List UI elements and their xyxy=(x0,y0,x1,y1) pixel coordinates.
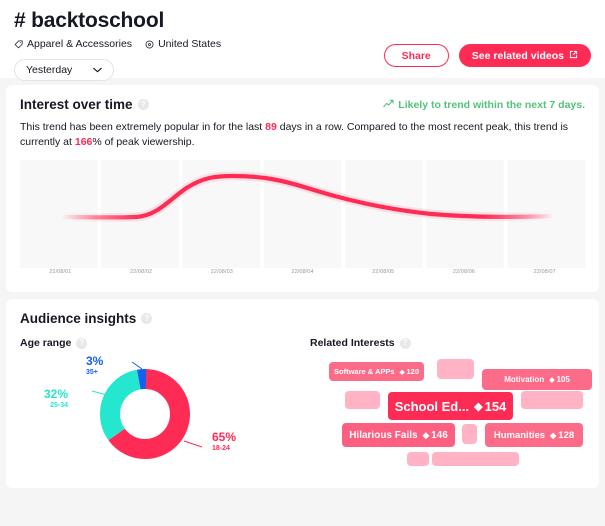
interest-tag-value: 105 xyxy=(556,375,570,384)
trend-prediction: Likely to trend within the next 7 days. xyxy=(383,99,585,111)
info-icon[interactable]: ? xyxy=(399,337,411,349)
age-pct-18-24: 65% xyxy=(212,430,237,444)
share-button[interactable]: Share xyxy=(383,44,449,67)
see-related-videos-label: See related videos xyxy=(471,49,564,62)
interest-description: This trend has been extremely popular in… xyxy=(20,120,585,150)
interest-over-time-title: Interest over time ? xyxy=(20,97,149,112)
info-icon[interactable]: ? xyxy=(76,337,88,349)
interest-tag[interactable]: Motivation ◆ 105 xyxy=(482,369,592,390)
age-range-title: Age range ? xyxy=(20,337,310,349)
interest-tag[interactable]: Humanities ◆ 128 xyxy=(485,423,583,447)
interest-tag-placeholder xyxy=(437,359,474,379)
trend-prediction-label: Likely to trend within the next 7 days. xyxy=(398,98,585,111)
interest-tag-label: Motivation xyxy=(504,375,545,384)
audience-title-text: Audience insights xyxy=(20,311,137,326)
leader-line-35plus xyxy=(131,361,143,370)
page-title: # backtoschool xyxy=(14,9,165,32)
desc-days-value: 89 xyxy=(265,121,277,133)
interest-tag-placeholder xyxy=(462,424,477,444)
x-tick-label: 22/08/04 xyxy=(291,269,314,275)
interest-card-head: Interest over time ? Likely to trend wit… xyxy=(20,97,585,112)
desc-peak-value: 166 xyxy=(74,136,93,148)
interest-tag[interactable]: Software & APPs ◆ 120 xyxy=(329,362,424,381)
related-interests-label: Related Interests xyxy=(310,337,395,349)
age-label-35plus: 3% 35+ xyxy=(86,355,103,377)
interest-title-text: Interest over time xyxy=(20,97,133,112)
audience-insights-card: Audience insights ? Age range ? 3% 35+ 3… xyxy=(6,299,599,488)
tag-icon xyxy=(14,39,23,49)
period-value: Yesterday xyxy=(26,64,73,76)
audience-insights-title: Audience insights ? xyxy=(20,311,585,326)
category-meta: Apparel & Accessories xyxy=(14,38,132,50)
x-tick-label: 22/08/01 xyxy=(49,269,72,275)
x-tick-label: 22/08/03 xyxy=(210,269,233,275)
x-tick-label: 22/08/02 xyxy=(129,269,153,275)
x-axis-labels: 22/08/01 22/08/02 22/08/03 22/08/04 22/0… xyxy=(20,269,585,275)
period-dropdown[interactable]: Yesterday xyxy=(14,59,114,81)
age-range-35plus: 35+ xyxy=(86,369,98,376)
x-tick-label: 22/08/06 xyxy=(452,269,476,275)
related-interests-title: Related Interests ? xyxy=(310,337,585,349)
leader-line-18-24 xyxy=(183,440,203,448)
drop-icon: ◆ xyxy=(549,376,555,384)
see-related-videos-button[interactable]: See related videos xyxy=(458,44,591,67)
trending-up-icon xyxy=(383,99,394,111)
related-interests-cloud: Software & APPs ◆ 120 Motivation ◆ 105 School … xyxy=(310,349,592,474)
desc-part-3: % of peak viewership. xyxy=(92,136,195,148)
age-range-label: Age range xyxy=(20,337,72,349)
drop-icon: ◆ xyxy=(422,429,430,440)
drop-icon: ◆ xyxy=(474,400,483,413)
external-link-icon xyxy=(569,50,578,62)
interest-tag[interactable]: Hilarious Fails ◆ 146 xyxy=(342,423,455,447)
interest-tag-value: 128 xyxy=(558,429,575,441)
location-pin-icon xyxy=(145,40,154,49)
interest-tag-placeholder xyxy=(521,391,583,409)
interest-tag-label: Hilarious Fails xyxy=(349,429,418,441)
age-range-25-34: 25-34 xyxy=(50,402,69,409)
chevron-down-icon xyxy=(93,64,102,76)
interest-tag-placeholder xyxy=(407,452,429,466)
desc-part-1: This trend has been extremely popular in… xyxy=(20,121,266,133)
page-header: # backtoschool Apparel & Accessories Uni… xyxy=(0,0,605,81)
age-pct-35plus: 3% xyxy=(86,354,104,368)
line-chart-svg xyxy=(20,160,585,268)
interest-tag-label: Humanities xyxy=(493,429,546,441)
interest-tag-value: 120 xyxy=(406,367,419,376)
leader-line-25-34 xyxy=(91,390,108,396)
interest-tag-label: Software & APPs xyxy=(334,367,395,376)
info-icon[interactable]: ? xyxy=(141,313,153,324)
x-tick-label: 22/08/05 xyxy=(372,269,395,275)
age-pct-25-34: 32% xyxy=(44,387,69,401)
header-actions: Share See related videos xyxy=(383,44,591,67)
interest-over-time-card: Interest over time ? Likely to trend wit… xyxy=(6,85,599,292)
x-tick-label: 22/08/07 xyxy=(533,269,556,275)
age-range-chart: 3% 35+ 32% 25-34 65% 18-24 xyxy=(20,349,310,474)
age-label-25-34: 32% 25-34 xyxy=(44,388,68,410)
interest-tag-label: School Ed... xyxy=(394,398,470,414)
interest-tag-value: 154 xyxy=(484,398,507,414)
trend-detail-page: # backtoschool Apparel & Accessories Uni… xyxy=(0,0,605,526)
drop-icon: ◆ xyxy=(550,430,557,440)
region-meta: United States xyxy=(145,38,221,50)
category-label: Apparel & Accessories xyxy=(27,38,133,50)
interest-tag-placeholder xyxy=(345,391,380,409)
interest-tag-value: 146 xyxy=(431,429,448,441)
interest-tag[interactable]: School Ed... ◆ 154 xyxy=(388,392,513,420)
age-label-18-24: 65% 18-24 xyxy=(212,431,236,453)
drop-icon: ◆ xyxy=(399,368,405,376)
age-range-18-24: 18-24 xyxy=(212,445,230,452)
info-icon[interactable]: ? xyxy=(137,99,149,110)
interest-tag-placeholder xyxy=(432,452,519,466)
region-label: United States xyxy=(158,38,222,50)
interest-line-chart[interactable]: 22/08/01 22/08/02 22/08/03 22/08/04 22/0… xyxy=(20,160,585,282)
